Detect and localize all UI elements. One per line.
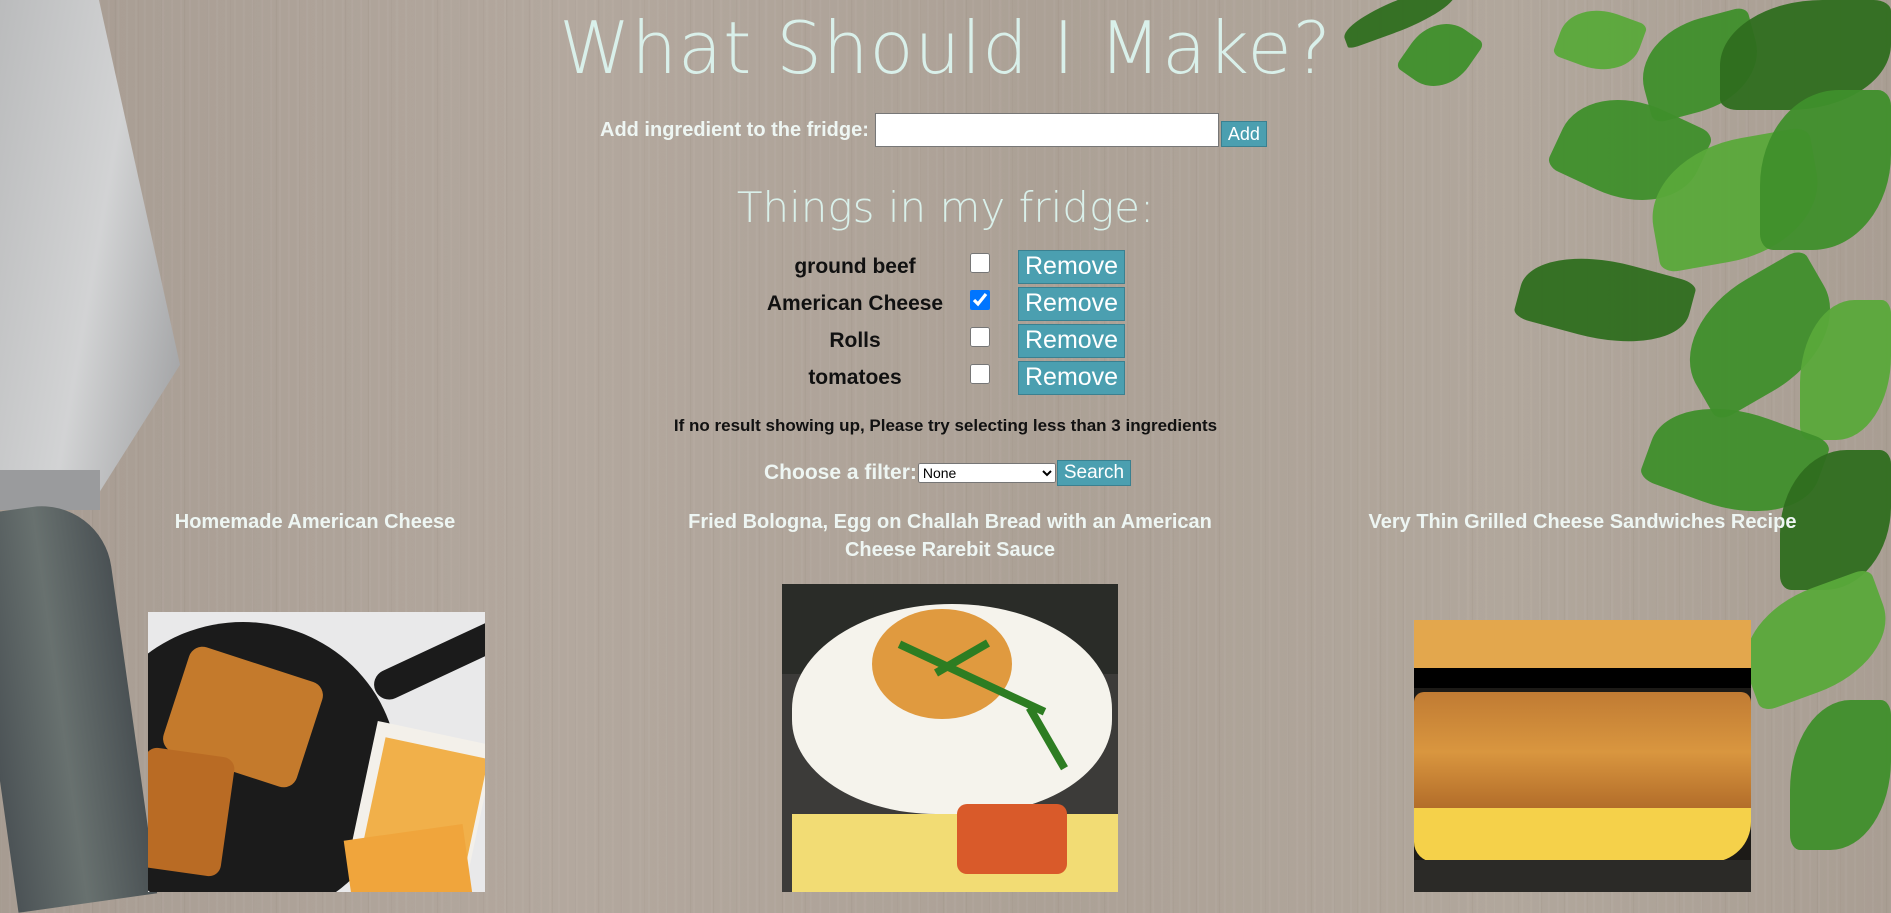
fridge-heading: Things in my fridge: <box>736 183 1155 232</box>
fridge-item: American Cheese Remove <box>740 285 1126 322</box>
recipe-image[interactable] <box>148 612 485 892</box>
remove-button[interactable]: Remove <box>1018 249 1126 284</box>
knife-bolster-decoration <box>0 470 100 510</box>
recipe-image[interactable] <box>1414 620 1751 892</box>
remove-button[interactable]: Remove <box>1018 286 1126 321</box>
ingredient-checkbox[interactable] <box>970 363 990 384</box>
knife-handle-decoration <box>0 497 158 913</box>
filter-form: Choose a filter: None Search <box>764 460 1132 486</box>
recipe-title[interactable]: Very Thin Grilled Cheese Sandwiches Reci… <box>1350 508 1815 536</box>
ingredient-checkbox[interactable] <box>970 252 990 273</box>
fridge-item: Rolls Remove <box>740 322 1126 359</box>
add-ingredient-input[interactable] <box>874 113 1219 147</box>
add-button[interactable]: Add <box>1220 121 1267 147</box>
add-ingredient-form: Add ingredient to the fridge: Add <box>600 113 1267 147</box>
fridge-item: tomatoes Remove <box>740 359 1126 396</box>
ingredient-name: tomatoes <box>808 365 902 389</box>
remove-button[interactable]: Remove <box>1018 360 1126 395</box>
fridge-list: ground beef Remove American Cheese Remov… <box>740 248 1126 396</box>
fridge-item: ground beef Remove <box>740 248 1126 285</box>
recipe-title[interactable]: Homemade American Cheese <box>130 508 500 536</box>
ingredient-name: American Cheese <box>766 291 944 315</box>
add-ingredient-label: Add ingredient to the fridge: <box>600 118 869 141</box>
recipe-title[interactable]: Fried Bologna, Egg on Challah Bread with… <box>670 508 1230 564</box>
remove-button[interactable]: Remove <box>1018 323 1126 358</box>
ingredient-checkbox[interactable] <box>970 326 990 347</box>
ingredient-checkbox[interactable] <box>970 289 990 310</box>
filter-select[interactable]: None <box>917 463 1056 483</box>
ingredient-name: ground beef <box>794 254 916 278</box>
search-button[interactable]: Search <box>1056 460 1132 486</box>
hint-note: If no result showing up, Please try sele… <box>673 416 1218 435</box>
filter-label: Choose a filter: <box>764 461 917 484</box>
page-title: What Should I Make? <box>559 6 1332 90</box>
ingredient-name: Rolls <box>829 328 881 352</box>
recipe-image[interactable] <box>782 584 1118 892</box>
